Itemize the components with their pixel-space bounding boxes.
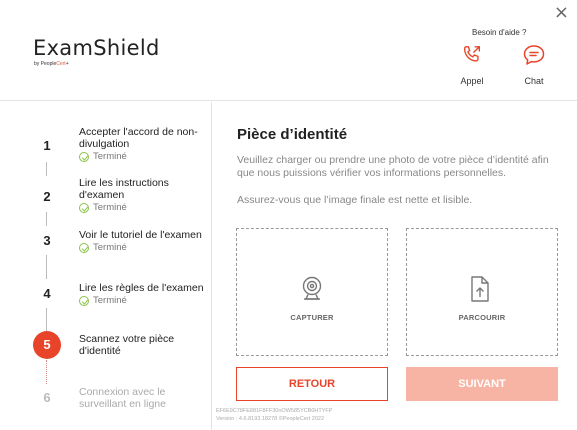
capture-label: CAPTURER xyxy=(290,313,334,322)
chat-button[interactable]: Chat xyxy=(516,44,552,86)
step-number: 2 xyxy=(43,189,51,204)
hint-text: Assurez-vous que l’image finale est nett… xyxy=(237,194,473,206)
back-button[interactable]: RETOUR xyxy=(236,367,388,401)
brand-byline: by PeopleCert+ xyxy=(34,61,69,67)
help-question: Besoin d'aide ? xyxy=(472,28,527,37)
chat-bubble-icon xyxy=(523,45,545,65)
step-connector xyxy=(46,162,47,176)
capture-button[interactable]: CAPTURER xyxy=(236,228,388,356)
step-label: Scannez votre pièce d'identité xyxy=(79,333,175,357)
webcam-icon xyxy=(302,276,322,300)
file-upload-icon xyxy=(471,276,489,302)
main-panel: Pièce d’identité Veuillez charger ou pre… xyxy=(213,102,577,430)
step-status: Terminé xyxy=(79,151,209,163)
step-label: Connexion avec le surveillant en ligne xyxy=(79,386,166,410)
instructions-text: Veuillez charger ou prendre une photo de… xyxy=(237,154,549,179)
session-id: EF6E9C78FE881F8FF30nOW585YCB0HTYFP xyxy=(216,408,333,414)
browse-label: PARCOURIR xyxy=(458,313,506,322)
version-info: EF6E9C78FE881F8FF30nOW585YCB0HTYFP Versi… xyxy=(216,407,332,423)
chat-label: Chat xyxy=(524,76,544,86)
step-connector xyxy=(46,360,47,384)
call-button[interactable]: Appel xyxy=(454,44,490,86)
check-circle-icon xyxy=(79,152,89,162)
next-button[interactable]: SUIVANT xyxy=(406,367,558,401)
step-status: Terminé xyxy=(79,242,209,254)
phone-call-icon xyxy=(463,46,481,62)
step-label: Lire les règles de l'examen xyxy=(79,282,204,294)
page-title: Pièce d’identité xyxy=(237,126,348,143)
step-number: 5 xyxy=(33,331,61,359)
step-label: Voir le tutoriel de l'examen xyxy=(79,229,202,241)
step-connector xyxy=(46,308,47,332)
step-status: Terminé xyxy=(79,202,209,214)
brand-logo: ExamShield xyxy=(33,36,160,60)
step-number: 3 xyxy=(43,233,51,248)
call-label: Appel xyxy=(460,76,484,86)
browse-button[interactable]: PARCOURIR xyxy=(406,228,558,356)
step-label: Accepter l'accord de non-divulgation xyxy=(79,126,198,150)
step-number: 6 xyxy=(43,390,51,405)
step-connector xyxy=(46,255,47,279)
steps-sidebar: 1 Accepter l'accord de non-divulgation T… xyxy=(0,102,212,430)
step-number: 4 xyxy=(43,286,51,301)
step-status: Terminé xyxy=(79,295,209,307)
step-number: 1 xyxy=(43,138,51,153)
version-text: Version : 4.6.8193.18278 ©PeopleCert 202… xyxy=(216,416,325,422)
header: ExamShield by PeopleCert+ Besoin d'aide … xyxy=(0,0,577,101)
step-label: Lire les instructions d'examen xyxy=(79,177,169,201)
step-connector xyxy=(46,212,47,226)
check-circle-icon xyxy=(79,203,89,213)
check-circle-icon xyxy=(79,296,89,306)
check-circle-icon xyxy=(79,243,89,253)
